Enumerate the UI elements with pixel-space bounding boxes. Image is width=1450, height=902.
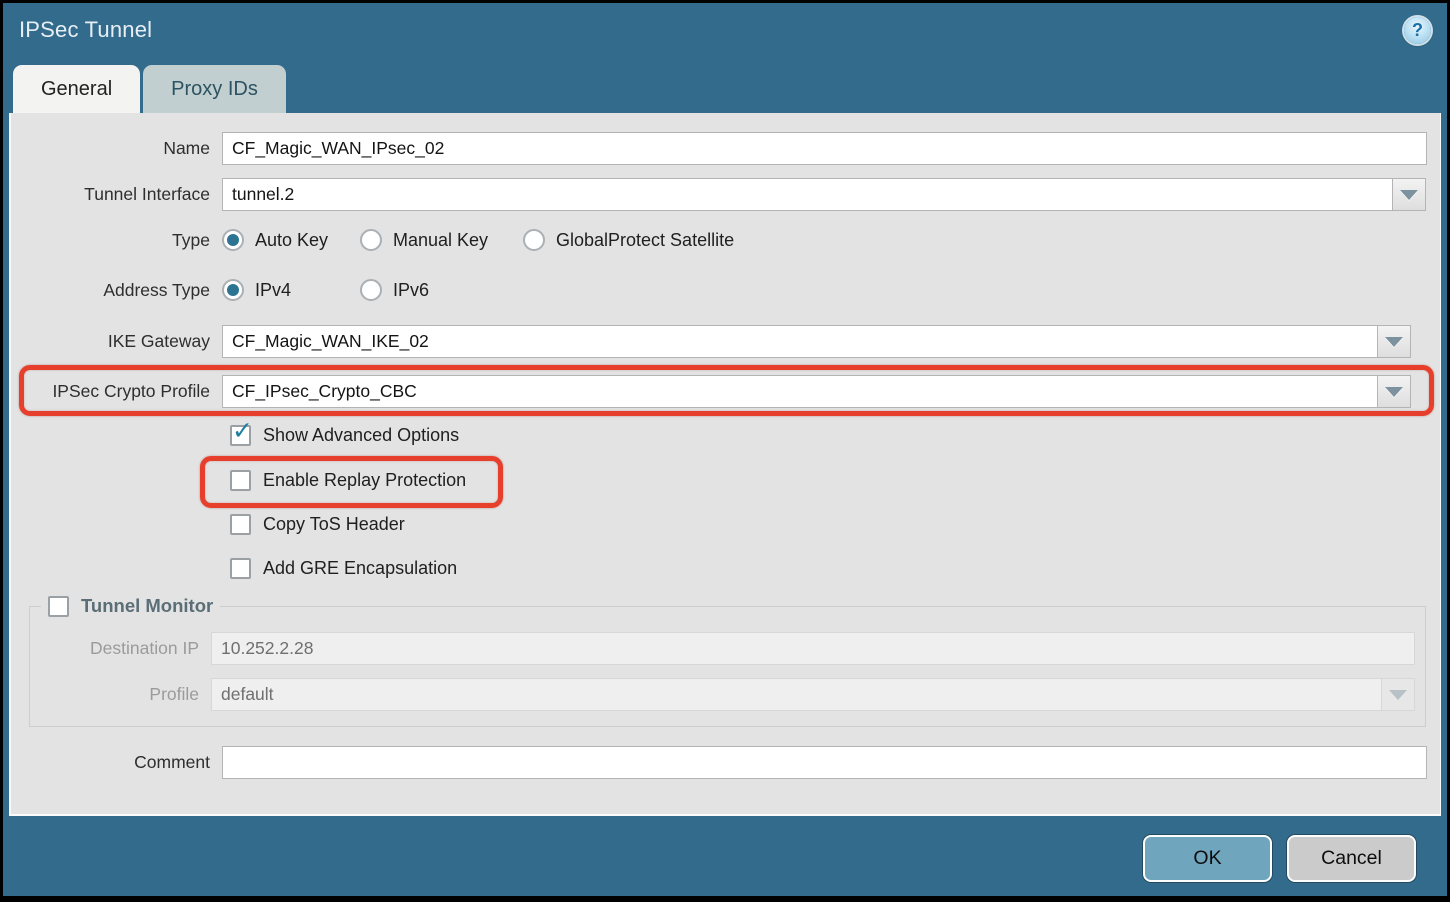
dialog-footer: OK Cancel (3, 816, 1447, 900)
radio-ipv6[interactable]: IPv6 (360, 279, 429, 301)
checkmark-icon: ✓ (232, 419, 253, 444)
enable-replay-protection-checkbox-row[interactable]: Enable Replay Protection (230, 470, 466, 491)
type-label: Type (11, 230, 222, 251)
tunnel-interface-label: Tunnel Interface (11, 184, 222, 205)
destination-ip-label: Destination IP (30, 638, 211, 659)
radio-globalprotect-satellite[interactable]: GlobalProtect Satellite (523, 229, 734, 251)
profile-label: Profile (30, 684, 211, 705)
comment-input[interactable] (222, 746, 1427, 779)
address-type-radio-group: IPv4 IPv6 (222, 279, 429, 301)
radio-manual-key[interactable]: Manual Key (360, 229, 523, 251)
checkbox-unchecked[interactable] (230, 470, 251, 491)
title-bar: IPSec Tunnel ? (3, 3, 1447, 65)
dialog-title: IPSec Tunnel (19, 17, 152, 43)
general-tab-panel: Name Tunnel Interface Type Au (9, 113, 1441, 816)
name-label: Name (11, 138, 222, 159)
tunnel-interface-dropdown-button[interactable] (1393, 178, 1426, 211)
ike-gateway-label: IKE Gateway (11, 331, 222, 352)
radio-ipv4[interactable]: IPv4 (222, 279, 360, 301)
destination-ip-row: Destination IP (30, 632, 1425, 665)
chevron-down-icon (1400, 190, 1418, 200)
type-radio-group: Auto Key Manual Key GlobalProtect Satell… (222, 229, 734, 251)
profile-row: Profile (30, 678, 1425, 711)
ike-gateway-row: IKE Gateway (11, 325, 1440, 358)
destination-ip-input (211, 632, 1415, 665)
tunnel-monitor-checkbox[interactable] (48, 596, 69, 617)
cancel-button[interactable]: Cancel (1287, 835, 1416, 882)
ipsec-crypto-profile-label: IPSec Crypto Profile (11, 381, 222, 402)
checkbox-unchecked[interactable] (230, 558, 251, 579)
tunnel-monitor-legend: Tunnel Monitor (41, 595, 220, 617)
radio-auto-key[interactable]: Auto Key (222, 229, 360, 251)
ipsec-crypto-profile-input[interactable] (222, 375, 1378, 408)
address-type-row: Address Type IPv4 IPv6 (11, 279, 1440, 301)
radio-selected-icon (222, 279, 244, 301)
checkbox-unchecked[interactable] (230, 514, 251, 535)
tab-general[interactable]: General (13, 65, 140, 113)
show-advanced-options-checkbox-row[interactable]: ✓ Show Advanced Options (230, 425, 459, 446)
ipsec-crypto-profile-dropdown-button[interactable] (1378, 375, 1411, 408)
copy-tos-header-checkbox-row[interactable]: Copy ToS Header (230, 514, 405, 535)
ipsec-crypto-profile-row: IPSec Crypto Profile (11, 375, 1440, 408)
name-input[interactable] (222, 132, 1427, 165)
profile-dropdown-button (1382, 678, 1415, 711)
radio-selected-icon (222, 229, 244, 251)
name-row: Name (11, 132, 1440, 165)
ike-gateway-input[interactable] (222, 325, 1378, 358)
chevron-down-icon (1385, 387, 1403, 397)
add-gre-encapsulation-checkbox-row[interactable]: Add GRE Encapsulation (230, 558, 457, 579)
tunnel-interface-row: Tunnel Interface (11, 178, 1440, 211)
address-type-label: Address Type (11, 280, 222, 301)
ipsec-tunnel-dialog: IPSec Tunnel ? General Proxy IDs Name Tu… (0, 0, 1450, 902)
help-icon[interactable]: ? (1404, 17, 1431, 44)
radio-unselected-icon (360, 279, 382, 301)
comment-row: Comment (11, 746, 1440, 779)
profile-input (211, 678, 1382, 711)
radio-unselected-icon (360, 229, 382, 251)
checkbox-checked[interactable]: ✓ (230, 425, 251, 446)
tab-proxy-ids[interactable]: Proxy IDs (143, 65, 286, 113)
comment-label: Comment (11, 752, 222, 773)
chevron-down-icon (1389, 690, 1407, 700)
ok-button[interactable]: OK (1143, 835, 1272, 882)
tunnel-interface-input[interactable] (222, 178, 1393, 211)
ike-gateway-dropdown-button[interactable] (1378, 325, 1411, 358)
chevron-down-icon (1385, 337, 1403, 347)
type-row: Type Auto Key Manual Key GlobalProtect S… (11, 229, 1440, 251)
radio-unselected-icon (523, 229, 545, 251)
tab-bar: General Proxy IDs (3, 65, 1447, 113)
tunnel-monitor-fieldset: Tunnel Monitor Destination IP Profile (29, 595, 1426, 727)
